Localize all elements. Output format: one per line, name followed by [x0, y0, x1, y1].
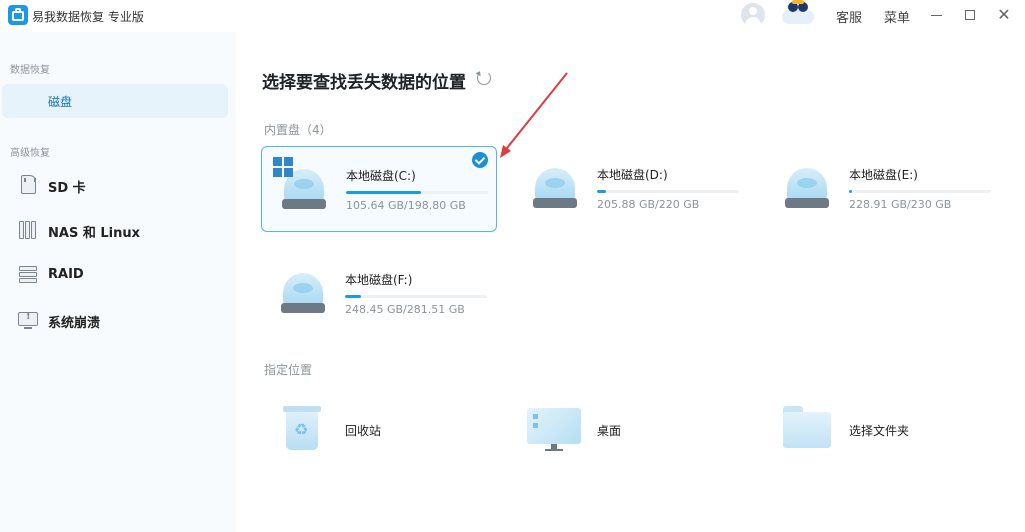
raid-icon — [18, 265, 38, 285]
disk-usage-bar — [849, 190, 991, 193]
location-choose-folder[interactable]: 选择文件夹 — [781, 400, 1017, 460]
disk-size: 105.64 GB/198.80 GB — [346, 199, 466, 212]
page-title: 选择要查找丢失数据的位置 — [262, 73, 466, 93]
nas-icon — [18, 220, 38, 240]
sidebar: 数据恢复 磁盘 高级恢复 SD 卡 NAS 和 Linux RAID 系统崩溃 — [0, 32, 236, 532]
location-label: 回收站 — [345, 424, 382, 438]
check-icon — [472, 152, 488, 168]
hard-disk-icon — [785, 168, 829, 210]
disk-card-e[interactable]: 本地磁盘(E:) 228.91 GB/230 GB — [765, 146, 1001, 232]
maximize-icon — [965, 10, 975, 20]
hard-disk-icon — [281, 273, 325, 315]
title-bar: 易我数据恢复 专业版 客服 菜单 ✕ — [0, 0, 1025, 32]
system-crash-icon — [18, 311, 38, 329]
disk-size: 248.45 GB/281.51 GB — [345, 303, 465, 316]
sidebar-item-sd-card[interactable]: SD 卡 — [2, 168, 228, 202]
disk-card-c[interactable]: 本地磁盘(C:) 105.64 GB/198.80 GB — [261, 146, 497, 232]
location-desktop[interactable]: 桌面 — [527, 400, 763, 460]
minimize-button[interactable] — [925, 4, 947, 26]
section-advanced-recovery: 高级恢复 — [10, 148, 50, 159]
sidebar-item-label: NAS 和 Linux — [48, 226, 140, 241]
section-data-recovery: 数据恢复 — [10, 65, 50, 76]
folder-icon — [783, 406, 831, 448]
disk-usage-bar — [346, 191, 488, 194]
desktop-icon — [527, 408, 581, 451]
customer-service-button[interactable]: 客服 — [836, 7, 862, 26]
disk-name: 本地磁盘(E:) — [849, 168, 918, 182]
app-logo-icon — [8, 5, 28, 25]
promo-icon[interactable] — [782, 0, 814, 26]
sd-card-icon — [21, 175, 36, 194]
sidebar-item-disk[interactable]: 磁盘 — [2, 84, 228, 118]
windows-logo-icon — [273, 157, 293, 177]
disk-size: 205.88 GB/220 GB — [597, 198, 700, 211]
minimize-icon — [930, 14, 942, 16]
sidebar-item-label: SD 卡 — [48, 181, 86, 196]
menu-button[interactable]: 菜单 — [884, 7, 910, 26]
disk-size: 228.91 GB/230 GB — [849, 198, 952, 211]
sidebar-item-label: 系统崩溃 — [48, 316, 101, 331]
avatar[interactable] — [741, 3, 765, 27]
location-label: 桌面 — [597, 424, 622, 438]
sidebar-item-raid[interactable]: RAID — [2, 258, 228, 292]
disk-name: 本地磁盘(D:) — [597, 168, 668, 182]
disk-card-d[interactable]: 本地磁盘(D:) 205.88 GB/220 GB — [513, 146, 749, 232]
specified-locations-label: 指定位置 — [264, 363, 313, 377]
app-title: 易我数据恢复 专业版 — [32, 10, 144, 24]
disk-name: 本地磁盘(C:) — [346, 169, 416, 183]
disk-usage-bar — [597, 190, 739, 193]
recycle-bin-icon — [283, 406, 321, 450]
disk-name: 本地磁盘(F:) — [345, 273, 413, 287]
sidebar-item-system-crash[interactable]: 系统崩溃 — [2, 303, 228, 337]
hard-disk-icon — [533, 168, 577, 210]
location-label: 选择文件夹 — [849, 424, 910, 438]
sidebar-item-label: RAID — [48, 267, 84, 282]
location-recycle-bin[interactable]: 回收站 — [261, 400, 497, 460]
close-button[interactable]: ✕ — [993, 4, 1015, 26]
refresh-icon[interactable] — [477, 71, 491, 85]
maximize-button[interactable] — [959, 4, 981, 26]
close-icon: ✕ — [997, 5, 1011, 24]
disk-card-f[interactable]: 本地磁盘(F:) 248.45 GB/281.51 GB — [261, 251, 497, 337]
sidebar-item-label: 磁盘 — [48, 95, 73, 109]
disk-usage-bar — [345, 295, 487, 298]
sidebar-item-nas-linux[interactable]: NAS 和 Linux — [2, 213, 228, 247]
internal-disks-label: 内置盘（4） — [264, 123, 332, 137]
